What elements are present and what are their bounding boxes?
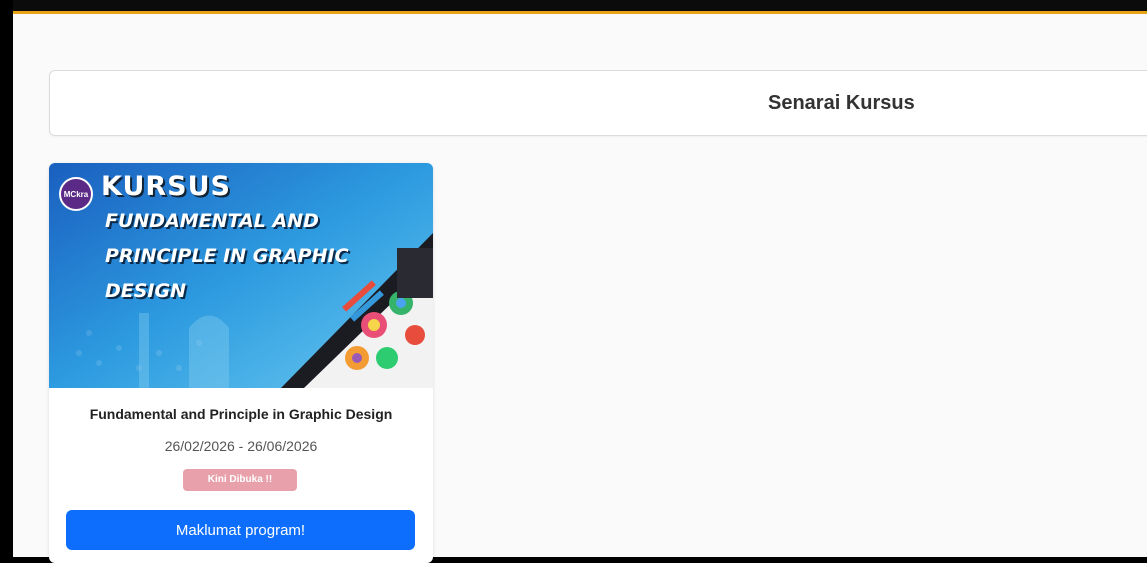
banner-line-2: PRINCIPLE IN GRAPHIC	[105, 245, 349, 267]
course-card: MCkra KURSUS FUNDAMENTAL AND PRINCIPLE I…	[49, 163, 433, 563]
banner-heading: KURSUS	[101, 171, 231, 202]
header-card: Senarai Kursus	[49, 70, 1147, 136]
course-banner-image[interactable]: MCkra KURSUS FUNDAMENTAL AND PRINCIPLE I…	[49, 163, 433, 388]
top-accent-bar	[0, 0, 1147, 14]
course-title: Fundamental and Principle in Graphic Des…	[89, 406, 393, 422]
left-edge-bar	[0, 0, 13, 557]
page-title: Senarai Kursus	[768, 92, 915, 114]
banner-line-3: DESIGN	[105, 280, 187, 302]
program-info-button[interactable]: Maklumat program!	[66, 510, 415, 550]
status-badge: Kini Dibuka !!	[183, 469, 297, 491]
banner-text: MCkra KURSUS FUNDAMENTAL AND PRINCIPLE I…	[49, 163, 433, 388]
mcikra-logo: MCkra	[59, 177, 93, 211]
banner-line-1: FUNDAMENTAL AND	[105, 210, 319, 232]
page-content: Senarai Kursus MCkra KURSUS FUNDAMENTAL …	[13, 14, 1147, 563]
course-dates: 26/02/2026 - 26/06/2026	[164, 438, 318, 454]
